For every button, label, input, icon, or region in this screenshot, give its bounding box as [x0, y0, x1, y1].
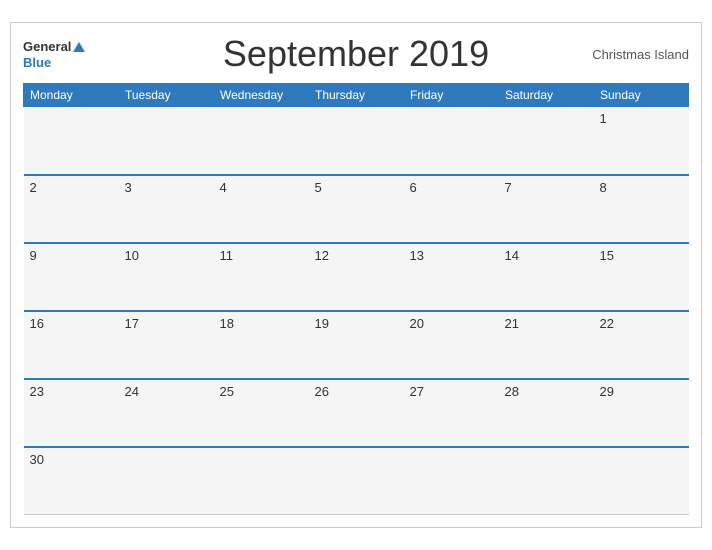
calendar-day-cell — [214, 107, 309, 175]
day-number: 1 — [600, 111, 607, 126]
day-number: 8 — [600, 180, 607, 195]
calendar-day-cell: 22 — [594, 311, 689, 379]
calendar-day-cell: 30 — [24, 447, 119, 515]
calendar-day-cell: 6 — [404, 175, 499, 243]
calendar-day-cell: 27 — [404, 379, 499, 447]
calendar-day-cell — [24, 107, 119, 175]
calendar-day-cell — [309, 447, 404, 515]
calendar-day-cell: 19 — [309, 311, 404, 379]
day-number: 24 — [125, 384, 139, 399]
day-number: 18 — [220, 316, 234, 331]
header-tuesday: Tuesday — [119, 84, 214, 107]
calendar-day-cell — [309, 107, 404, 175]
calendar-day-cell: 7 — [499, 175, 594, 243]
day-number: 22 — [600, 316, 614, 331]
calendar-day-cell: 15 — [594, 243, 689, 311]
calendar-day-cell: 25 — [214, 379, 309, 447]
calendar-day-cell — [594, 447, 689, 515]
day-number: 5 — [315, 180, 322, 195]
header-sunday: Sunday — [594, 84, 689, 107]
day-number: 15 — [600, 248, 614, 263]
day-number: 6 — [410, 180, 417, 195]
day-number: 9 — [30, 248, 37, 263]
logo-general: General — [23, 38, 85, 56]
calendar-day-cell — [119, 107, 214, 175]
calendar-day-cell — [214, 447, 309, 515]
day-number: 3 — [125, 180, 132, 195]
calendar-day-cell: 24 — [119, 379, 214, 447]
calendar-day-cell — [499, 447, 594, 515]
calendar-day-cell: 12 — [309, 243, 404, 311]
day-number: 20 — [410, 316, 424, 331]
day-number: 4 — [220, 180, 227, 195]
calendar-day-cell: 21 — [499, 311, 594, 379]
calendar-day-cell: 10 — [119, 243, 214, 311]
header-friday: Friday — [404, 84, 499, 107]
day-number: 25 — [220, 384, 234, 399]
day-number: 26 — [315, 384, 329, 399]
calendar-day-cell: 18 — [214, 311, 309, 379]
logo-triangle-icon — [73, 42, 85, 52]
calendar-day-cell: 23 — [24, 379, 119, 447]
calendar-day-cell: 26 — [309, 379, 404, 447]
day-number: 17 — [125, 316, 139, 331]
day-number: 13 — [410, 248, 424, 263]
calendar-day-cell: 14 — [499, 243, 594, 311]
day-number: 10 — [125, 248, 139, 263]
calendar-day-cell: 16 — [24, 311, 119, 379]
day-number: 2 — [30, 180, 37, 195]
day-number: 28 — [505, 384, 519, 399]
calendar-day-cell: 28 — [499, 379, 594, 447]
calendar-week-row: 1 — [24, 107, 689, 175]
calendar-day-cell — [404, 107, 499, 175]
day-number: 14 — [505, 248, 519, 263]
day-number: 30 — [30, 452, 44, 467]
day-number: 11 — [220, 248, 234, 263]
calendar-day-cell: 17 — [119, 311, 214, 379]
calendar-day-cell: 13 — [404, 243, 499, 311]
day-number: 7 — [505, 180, 512, 195]
logo-blue: Blue — [23, 56, 51, 70]
logo-area: General Blue — [23, 38, 123, 70]
calendar-week-row: 23 24 25 26 27 28 29 — [24, 379, 689, 447]
calendar-day-cell: 2 — [24, 175, 119, 243]
calendar-container: General Blue September 2019 Christmas Is… — [10, 22, 702, 528]
calendar-week-row: 9 10 11 12 13 14 15 — [24, 243, 689, 311]
day-number: 21 — [505, 316, 519, 331]
day-number: 29 — [600, 384, 614, 399]
calendar-header: General Blue September 2019 Christmas Is… — [23, 33, 689, 75]
day-number: 27 — [410, 384, 424, 399]
calendar-day-cell: 20 — [404, 311, 499, 379]
calendar-day-cell — [404, 447, 499, 515]
calendar-day-cell: 11 — [214, 243, 309, 311]
day-number: 19 — [315, 316, 329, 331]
header-thursday: Thursday — [309, 84, 404, 107]
day-number: 12 — [315, 248, 329, 263]
calendar-week-row: 16 17 18 19 20 21 22 — [24, 311, 689, 379]
header-monday: Monday — [24, 84, 119, 107]
calendar-week-row: 2 3 4 5 6 7 8 — [24, 175, 689, 243]
calendar-title: September 2019 — [123, 33, 589, 75]
calendar-day-cell: 3 — [119, 175, 214, 243]
calendar-day-cell: 5 — [309, 175, 404, 243]
calendar-day-cell: 8 — [594, 175, 689, 243]
header-wednesday: Wednesday — [214, 84, 309, 107]
calendar-day-cell: 29 — [594, 379, 689, 447]
calendar-grid: Monday Tuesday Wednesday Thursday Friday… — [23, 83, 689, 515]
calendar-day-cell: 9 — [24, 243, 119, 311]
calendar-day-cell: 1 — [594, 107, 689, 175]
days-header-row: Monday Tuesday Wednesday Thursday Friday… — [24, 84, 689, 107]
header-saturday: Saturday — [499, 84, 594, 107]
calendar-day-cell — [499, 107, 594, 175]
region-label: Christmas Island — [589, 47, 689, 62]
day-number: 16 — [30, 316, 44, 331]
calendar-day-cell: 4 — [214, 175, 309, 243]
day-number: 23 — [30, 384, 44, 399]
calendar-week-row: 30 — [24, 447, 689, 515]
calendar-day-cell — [119, 447, 214, 515]
